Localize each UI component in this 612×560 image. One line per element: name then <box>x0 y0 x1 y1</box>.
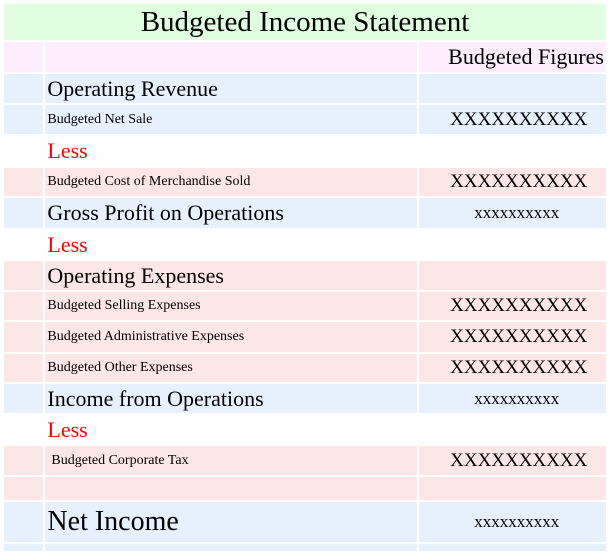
amount-cell: XXXXXXXXXX <box>419 168 606 196</box>
line-item-label: Budgeted Cost of Merchandise Sold <box>45 168 418 196</box>
table-row: Budgeted Other Expenses XXXXXXXXXX <box>4 354 606 382</box>
subtotal-label: Gross Profit on Operations <box>45 198 418 228</box>
amount-cell: xxxxxxxxxx <box>419 384 606 413</box>
table-row: Less <box>4 230 606 259</box>
header-row: Budgeted Figures <box>4 42 606 72</box>
table-row: Operating Expenses <box>4 261 606 290</box>
table-row: Less <box>4 415 606 444</box>
amount-cell <box>419 74 606 103</box>
amount-cell: xxxxxxxxxx <box>419 198 606 228</box>
line-item-label: Budgeted Corporate Tax <box>45 446 418 475</box>
amount-cell: XXXXXXXXXX <box>419 446 606 475</box>
table-row: Budgeted Corporate Tax XXXXXXXXXX <box>4 446 606 475</box>
line-item-label: Budgeted Administrative Expenses <box>45 322 418 352</box>
net-income-amount: xxxxxxxxxx <box>419 502 606 542</box>
amount-cell: XXXXXXXXXX <box>419 354 606 382</box>
subtotal-label: Income from Operations <box>45 384 418 413</box>
table-row-empty <box>4 544 606 551</box>
section-heading: Operating Revenue <box>45 74 418 103</box>
table-row: Budgeted Net Sale XXXXXXXXXX <box>4 105 606 134</box>
amount-cell: XXXXXXXXXX <box>419 322 606 352</box>
less-label: Less <box>45 136 418 166</box>
amount-cell <box>419 261 606 290</box>
table-row-empty <box>4 477 606 500</box>
header-label-cell <box>45 42 418 72</box>
table-row: Less <box>4 136 606 166</box>
income-statement-table: Budgeted Income Statement Budgeted Figur… <box>2 2 608 553</box>
table-row: Operating Revenue <box>4 74 606 103</box>
line-item-label: Budgeted Other Expenses <box>45 354 418 382</box>
statement-title: Budgeted Income Statement <box>4 4 606 40</box>
table-row: Budgeted Administrative Expenses XXXXXXX… <box>4 322 606 352</box>
less-label: Less <box>45 415 418 444</box>
header-blank-cell <box>4 42 44 72</box>
line-item-label: Budgeted Selling Expenses <box>45 292 418 320</box>
line-item-label: Budgeted Net Sale <box>45 105 418 134</box>
table-row: Income from Operations xxxxxxxxxx <box>4 384 606 413</box>
table-row: Budgeted Cost of Merchandise Sold XXXXXX… <box>4 168 606 196</box>
section-heading: Operating Expenses <box>45 261 418 290</box>
title-row: Budgeted Income Statement <box>4 4 606 40</box>
net-income-label: Net Income <box>45 502 418 542</box>
table-row: Gross Profit on Operations xxxxxxxxxx <box>4 198 606 228</box>
less-label: Less <box>45 230 418 259</box>
table-row-net-income: Net Income xxxxxxxxxx <box>4 502 606 542</box>
column-header-budgeted-figures: Budgeted Figures <box>419 42 606 72</box>
amount-cell: XXXXXXXXXX <box>419 292 606 320</box>
amount-cell: XXXXXXXXXX <box>419 105 606 134</box>
table-row: Budgeted Selling Expenses XXXXXXXXXX <box>4 292 606 320</box>
